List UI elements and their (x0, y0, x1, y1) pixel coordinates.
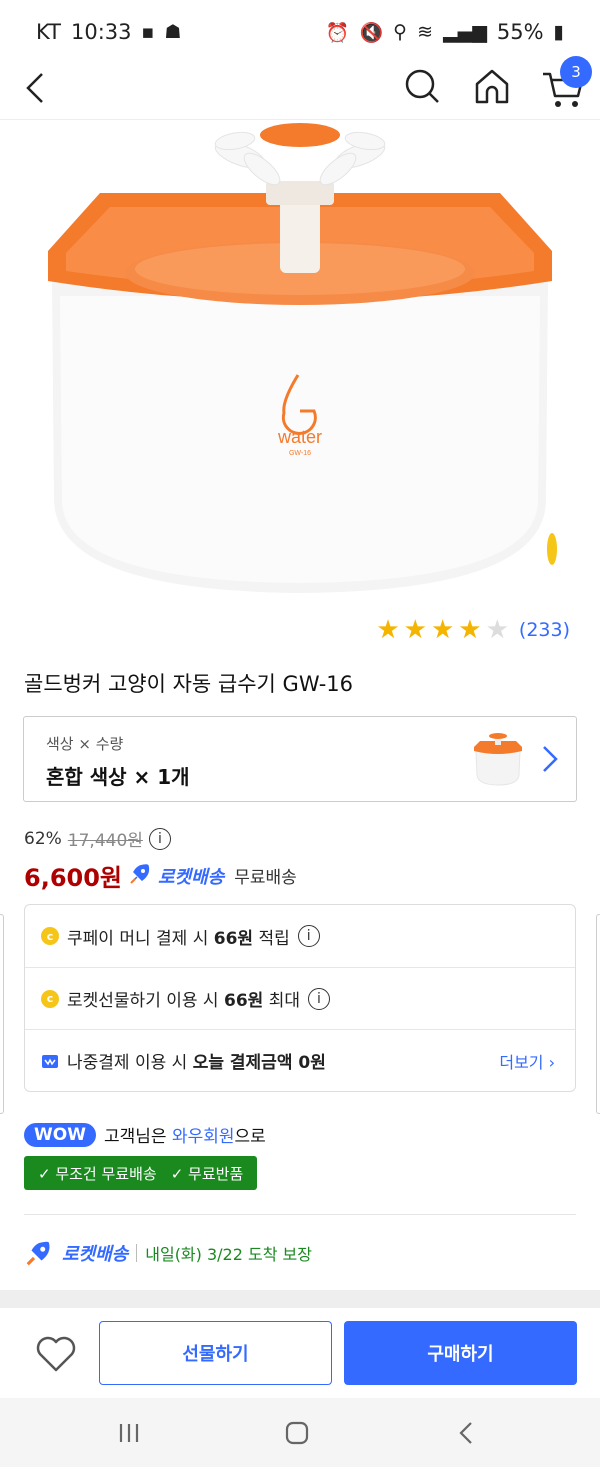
home-icon[interactable] (472, 66, 512, 106)
rocket-icon (24, 1238, 54, 1268)
star-icon: ★ (430, 615, 455, 645)
option-label: 색상 × 수량 (46, 735, 124, 753)
benefit-paylater-row[interactable]: 나중결제 이용 시 오늘 결제금액 0원 더보기 › (25, 1029, 575, 1091)
wow-badge: WOW (24, 1122, 96, 1147)
wow-membership-row: WOW 고객님은 와우회원으로 (24, 1122, 266, 1147)
benefit-coupay-row[interactable]: c 쿠페이 머니 결제 시 66원 적립 i (25, 905, 575, 967)
cart-count-badge: 3 (560, 56, 592, 88)
review-count-link[interactable]: (233) (519, 619, 570, 641)
delivery-date: 내일(화) 3/22 도착 보장 (145, 1245, 312, 1264)
free-shipping-label: 무료배송 (234, 868, 297, 888)
section-divider (24, 1214, 576, 1215)
product-rating[interactable]: ★ ★ ★ ★ ★ (233) (376, 616, 570, 644)
pay-later-icon (41, 1052, 59, 1070)
status-bar: KT 10:33 ▪ ☗ ⏰ 🔇 ⚲ ≋ ▂▄▆ 55% ▮ (0, 0, 600, 64)
left-edge-panel (0, 914, 4, 1114)
option-thumbnail (470, 733, 526, 787)
app-notification-icon: ☗ (164, 21, 182, 43)
product-logo-text: water (277, 427, 322, 447)
benefit-text: 쿠페이 머니 결제 시 66원 적립 (67, 928, 290, 949)
star-icon: ★ (485, 615, 509, 645)
system-navigation-bar (0, 1398, 600, 1467)
recent-apps-icon[interactable] (116, 1420, 142, 1446)
delivery-info-row: 로켓배송 내일(화) 3/22 도착 보장 (24, 1238, 312, 1268)
rocket-delivery-label: 로켓배송 (62, 1244, 129, 1265)
gift-button[interactable]: 선물하기 (99, 1321, 332, 1385)
free-return-perk: ✓ 무료반품 (170, 1164, 244, 1183)
wow-perks-badge: ✓ 무조건 무료배송 ✓ 무료반품 (24, 1156, 258, 1190)
benefits-box: c 쿠페이 머니 결제 시 66원 적립 i c 로켓선물하기 이용 시 66원… (24, 904, 576, 1092)
discount-row: 62% 17,440원 i (24, 826, 171, 851)
mute-icon: 🔇 (359, 21, 384, 44)
price-row: 6,600원 로켓배송 무료배송 (24, 858, 297, 893)
system-back-icon[interactable] (454, 1420, 480, 1446)
bottom-action-bar: 선물하기 구매하기 (0, 1308, 600, 1398)
alarm-icon: ⏰ (325, 21, 350, 44)
location-icon: ⚲ (393, 21, 408, 43)
rocket-delivery-label: 로켓배송 (158, 866, 225, 888)
sale-price: 6,600원 (24, 864, 122, 892)
discount-rate: 62% (24, 828, 62, 849)
coin-icon: c (41, 927, 59, 945)
battery-level: 55% (496, 20, 544, 44)
right-edge-panel (596, 914, 600, 1114)
buy-button[interactable]: 구매하기 (344, 1321, 577, 1385)
signal-icon: ▂▄▆ (443, 21, 487, 43)
top-navigation: 3 (0, 56, 600, 120)
benefit-text: 나중결제 이용 시 오늘 결제금액 0원 (67, 1053, 326, 1073)
product-image[interactable]: water GW-16 (0, 121, 600, 601)
back-arrow-icon[interactable] (18, 68, 58, 108)
free-shipping-perk: ✓ 무조건 무료배송 (38, 1164, 157, 1183)
info-icon[interactable]: i (307, 987, 330, 1010)
carrier-label: KT (36, 20, 61, 44)
star-icon: ★ (403, 615, 427, 645)
rocket-icon (128, 862, 152, 890)
product-title: 골드벙커 고양이 자동 급수기 GW-16 (24, 672, 354, 696)
benefit-gift-row[interactable]: c 로켓선물하기 이용 시 66원 최대 i (25, 967, 575, 1029)
original-price: 17,440원 (67, 831, 143, 851)
option-selector[interactable]: 색상 × 수량 혼합 색상 × 1개 (23, 716, 577, 802)
chevron-right-icon (536, 743, 562, 775)
coin-icon: c (41, 989, 59, 1008)
battery-icon: ▮ (553, 21, 564, 43)
star-icon: ★ (458, 615, 482, 645)
notification-icon: ▪ (141, 21, 155, 43)
wifi-icon: ≋ (417, 21, 433, 43)
info-icon[interactable]: i (148, 827, 171, 850)
star-icon: ★ (376, 615, 400, 645)
info-icon[interactable]: i (297, 925, 320, 947)
clock: 10:33 (70, 20, 132, 44)
heart-icon[interactable] (34, 1332, 78, 1376)
benefit-text: 로켓선물하기 이용 시 66원 최대 (67, 991, 300, 1011)
option-value: 혼합 색상 × 1개 (46, 765, 190, 789)
separator (136, 1244, 138, 1262)
section-band (0, 1290, 600, 1308)
system-home-icon[interactable] (284, 1420, 310, 1446)
more-link[interactable]: 더보기 › (499, 1049, 555, 1073)
search-icon[interactable] (402, 66, 442, 106)
product-model-text: GW-16 (289, 450, 311, 457)
wow-text: 고객님은 와우회원으로 (103, 1127, 266, 1147)
